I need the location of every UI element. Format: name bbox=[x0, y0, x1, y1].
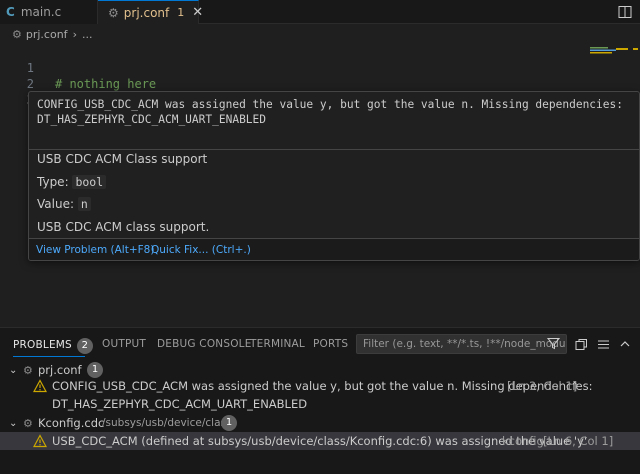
panel-tab-bar: PROBLEMS 2 OUTPUT DEBUG CONSOLE TERMINAL … bbox=[0, 328, 640, 360]
problem-item[interactable]: CONFIG_USB_CDC_ACM was assigned the valu… bbox=[0, 377, 640, 395]
tab-problems[interactable]: PROBLEMS 2 bbox=[13, 338, 93, 354]
type-label: Type: bbox=[37, 175, 69, 189]
chevron-down-icon: ⌄ bbox=[9, 417, 18, 429]
group-file-path: /subsys/usb/device/class bbox=[102, 417, 232, 429]
editor-tab-bar: C main.c ⚙ prj.conf 1 ✕ bbox=[0, 0, 640, 24]
gear-icon: ⚙ bbox=[23, 363, 33, 377]
group-file-name: prj.conf bbox=[38, 363, 82, 377]
gear-icon: ⚙ bbox=[23, 416, 33, 430]
close-icon[interactable]: ✕ bbox=[192, 5, 203, 20]
hover-title: USB CDC ACM Class support bbox=[37, 152, 208, 166]
tab-main-c[interactable]: C main.c bbox=[0, 0, 98, 24]
hover-type-row: Type: bool bbox=[37, 175, 107, 189]
tab-problem-count: 1 bbox=[177, 6, 185, 19]
value-value: n bbox=[77, 197, 91, 211]
filter-icon[interactable] bbox=[546, 337, 561, 353]
minimap[interactable] bbox=[590, 46, 628, 54]
bottom-panel: PROBLEMS 2 OUTPUT DEBUG CONSOLE TERMINAL … bbox=[0, 327, 640, 474]
type-value: bool bbox=[72, 175, 107, 189]
group-count-badge: 1 bbox=[221, 415, 237, 431]
active-tab-indicator bbox=[13, 356, 85, 357]
tab-ports[interactable]: PORTS bbox=[313, 338, 348, 350]
value-label: Value: bbox=[37, 197, 74, 211]
tab-debug-console[interactable]: DEBUG CONSOLE bbox=[157, 338, 252, 350]
group-count-badge: 1 bbox=[87, 362, 103, 378]
chevron-right-icon: › bbox=[72, 27, 77, 41]
problem-item-continuation: DT_HAS_ZEPHYR_CDC_ACM_UART_ENABLED bbox=[0, 395, 640, 413]
problem-message-continuation: DT_HAS_ZEPHYR_CDC_ACM_UART_ENABLED bbox=[52, 397, 308, 411]
warning-icon bbox=[33, 379, 47, 393]
code-line: 2 CONFIG_USB_DEVICE_STACK=y bbox=[0, 60, 600, 107]
divider bbox=[29, 149, 639, 150]
breadcrumb-ellipsis[interactable]: ... bbox=[82, 28, 93, 41]
code-line: 3 CONFIG_USB_CDC_ACM=y bbox=[0, 76, 600, 123]
collapse-panel-icon[interactable] bbox=[618, 337, 632, 351]
group-file-name: Kconfig.cdc bbox=[38, 416, 105, 430]
problem-location: [Ln 3, Col 1] bbox=[507, 379, 578, 393]
view-problem-link[interactable]: View Problem (Alt+F8) bbox=[36, 244, 154, 256]
gear-icon: ⚙ bbox=[12, 27, 22, 41]
problems-filter-input[interactable]: Filter (e.g. text, **/*.ts, !**/node_mod… bbox=[356, 334, 567, 354]
hover-actions: View Problem (Alt+F8) Quick Fix... (Ctrl… bbox=[29, 238, 639, 260]
problem-location: [Ln 6, Col 1] bbox=[543, 434, 614, 448]
problems-file-group[interactable]: ⌄ ⚙ Kconfig.cdc /subsys/usb/device/class… bbox=[0, 414, 640, 432]
problem-source: kconfig bbox=[502, 434, 544, 448]
tab-output[interactable]: OUTPUT bbox=[102, 338, 146, 350]
tab-label: PROBLEMS bbox=[13, 339, 72, 351]
tab-terminal[interactable]: TERMINAL bbox=[250, 338, 305, 350]
problems-count-badge: 2 bbox=[76, 338, 93, 354]
warning-icon bbox=[33, 434, 47, 448]
problem-item[interactable]: USB_CDC_ACM (defined at subsys/usb/devic… bbox=[0, 432, 640, 450]
tab-label: main.c bbox=[20, 5, 62, 19]
hover-description: USB CDC ACM class support. bbox=[37, 220, 210, 234]
split-editor-icon[interactable] bbox=[616, 3, 634, 21]
breadcrumb: ⚙ prj.conf › ... bbox=[12, 26, 92, 42]
list-icon[interactable] bbox=[596, 337, 610, 351]
gear-icon: ⚙ bbox=[108, 5, 119, 20]
code-line: 1 # nothing here bbox=[0, 44, 600, 91]
copy-icon[interactable] bbox=[574, 337, 588, 351]
chevron-down-icon: ⌄ bbox=[9, 364, 18, 376]
hover-tooltip: CONFIG_USB_CDC_ACM was assigned the valu… bbox=[28, 91, 640, 261]
hover-value-row: Value: n bbox=[37, 197, 91, 211]
diagnostic-message: CONFIG_USB_CDC_ACM was assigned the valu… bbox=[37, 98, 623, 126]
c-file-icon: C bbox=[6, 5, 15, 19]
tab-label: prj.conf bbox=[123, 5, 170, 20]
chevron-up-icon[interactable]: ⌃ bbox=[570, 380, 579, 393]
quick-fix-link[interactable]: Quick Fix... (Ctrl+.) bbox=[151, 244, 251, 256]
tab-prj-conf[interactable]: ⚙ prj.conf 1 ✕ bbox=[98, 0, 203, 24]
breadcrumb-file[interactable]: prj.conf bbox=[26, 28, 68, 41]
